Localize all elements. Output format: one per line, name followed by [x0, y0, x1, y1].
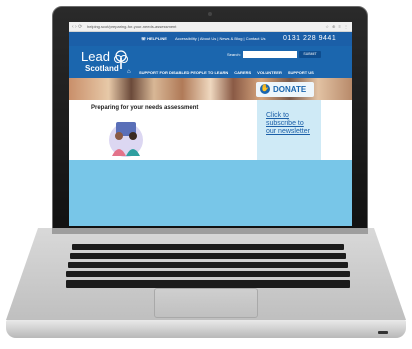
laptop-hinge — [52, 228, 368, 234]
url-field[interactable]: helping.scot/preparing-for-your-needs-as… — [87, 24, 176, 30]
logo-text-lead[interactable]: Lead — [81, 50, 110, 64]
keyboard — [66, 244, 350, 290]
keyboard-row — [66, 280, 350, 288]
people-illustration — [109, 122, 143, 157]
search-label: Search: — [227, 52, 241, 57]
site-header: Lead Scotland Search: SUBMIT ⌂ SUPPORT F… — [69, 46, 352, 78]
main-nav: SUPPORT FOR DISABLED PEOPLE TO LEARN CARE… — [139, 70, 320, 76]
keyboard-row — [68, 262, 348, 268]
home-icon[interactable]: ⌂ — [127, 69, 131, 76]
nav-item-support-for-disabled-people[interactable]: SUPPORT FOR DISABLED PEOPLE TO LEARN — [139, 70, 228, 75]
nav-item-volunteer[interactable]: VOLUNTEER — [257, 70, 282, 75]
browser-address-bar: ‹ › ⟳ helping.scot/preparing-for-your-ne… — [69, 22, 352, 32]
laptop-front-edge — [6, 320, 406, 338]
nav-item-support-us[interactable]: SUPPORT US — [288, 70, 314, 75]
trackpad — [154, 288, 258, 318]
laptop-base — [6, 228, 406, 340]
search-input[interactable] — [243, 51, 297, 58]
donate-button[interactable]: ✋ DONATE — [256, 82, 314, 97]
donate-label: DONATE — [273, 85, 307, 94]
keyboard-row — [66, 271, 350, 277]
newsletter-link[interactable]: Click to subscribe to our newsletter — [266, 112, 312, 136]
main-content: Preparing for your needs assessment Clic… — [69, 100, 352, 160]
navigation-icons[interactable]: ‹ › ⟳ — [72, 24, 82, 30]
page-title: Preparing for your needs assessment — [91, 105, 199, 111]
helpline-link[interactable]: ☏ HELPLINE — [141, 36, 167, 42]
helpline-label: HELPLINE — [147, 36, 167, 41]
search-submit-button[interactable]: SUBMIT — [299, 51, 321, 58]
laptop-screen: ‹ › ⟳ helping.scot/preparing-for-your-ne… — [69, 22, 352, 226]
laptop: ‹ › ⟳ helping.scot/preparing-for-your-ne… — [0, 0, 412, 349]
hero-banner-photo: ✋ DONATE — [69, 78, 352, 100]
keyboard-row — [72, 244, 344, 250]
site-top-strip: ☏ HELPLINE Accessibility | About Us | Ne… — [69, 32, 352, 46]
laptop-lid: ‹ › ⟳ helping.scot/preparing-for-your-ne… — [52, 6, 368, 232]
power-led — [378, 331, 388, 334]
webcam — [208, 12, 212, 16]
nav-item-carers[interactable]: CARERS — [234, 70, 251, 75]
hand-icon: ✋ — [260, 84, 270, 94]
phone-number[interactable]: 0131 228 9441 — [283, 34, 336, 44]
keyboard-row — [70, 253, 346, 259]
newsletter-panel: Click to subscribe to our newsletter — [257, 100, 321, 160]
tree-icon — [114, 50, 128, 69]
top-links[interactable]: Accessibility | About Us | News & Blog |… — [175, 36, 265, 42]
browser-tools-icon[interactable]: ☆ ⊕ ≡ ⋮ — [325, 24, 349, 30]
